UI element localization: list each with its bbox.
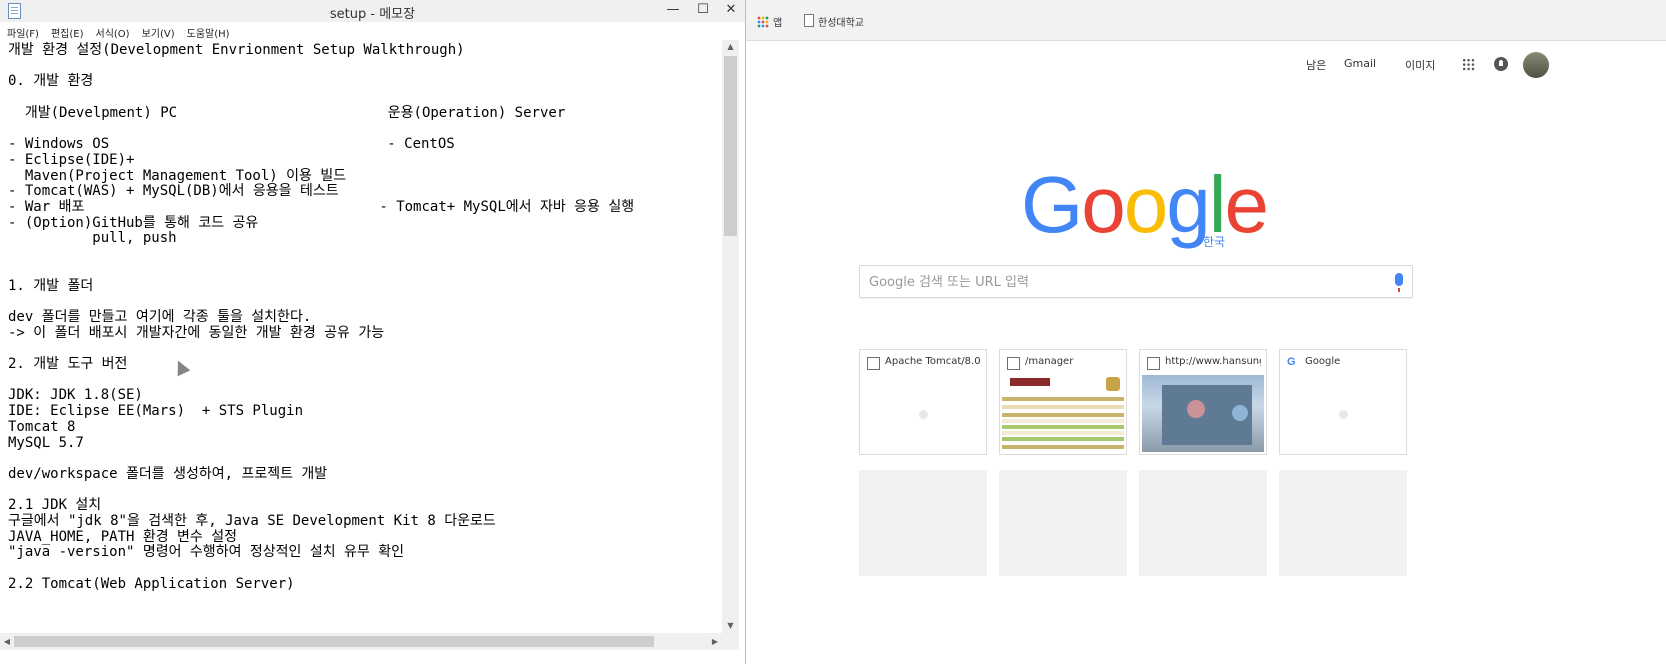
scroll-down-icon[interactable]: ▼	[722, 619, 739, 633]
scroll-left-icon[interactable]: ◀	[0, 633, 14, 650]
text-line: - Eclipse(IDE)+	[8, 151, 135, 168]
vertical-scroll-thumb[interactable]	[724, 56, 737, 236]
most-visited-tile[interactable]: G Google	[1279, 349, 1407, 455]
notepad-titlebar[interactable]: setup - 메모장 — ☐ ✕	[0, 0, 745, 23]
chrome-window: 앱 한성대학교 남은 Gmail 이미지 Google 한국 Apache To…	[746, 0, 1666, 664]
empty-tile	[859, 470, 987, 576]
bookmarks-bar: 앱 한성대학교	[746, 0, 1666, 41]
empty-tile	[999, 470, 1127, 576]
tile-title: http://www.hansung.a	[1165, 356, 1261, 367]
text-line: -> 이 폴더 배포시 개발자간에 동일한 개발 환경 공유 가능	[8, 324, 385, 341]
tile-thumbnail	[1282, 375, 1404, 452]
text-line: - War 배포 - Tomcat+ MySQL에서 자바 응용 실행	[8, 199, 635, 215]
loading-icon	[1339, 410, 1348, 419]
tile-thumbnail	[862, 375, 984, 452]
logo-letter: G	[1021, 160, 1083, 249]
gmail-link[interactable]: Gmail	[1344, 57, 1376, 70]
tile-title: Google	[1305, 356, 1341, 367]
close-button[interactable]: ✕	[716, 0, 746, 20]
search-input[interactable]	[860, 266, 1391, 299]
logo-letter: o	[1123, 160, 1168, 249]
text-line: - (Option)GitHub를 통해 코드 공유	[8, 214, 259, 231]
most-visited-tile[interactable]: /manager	[999, 349, 1127, 455]
text-line: dev 폴더를 만들고 여기에 각종 툴을 설치한다.	[8, 308, 312, 325]
google-logo: Google	[1021, 160, 1269, 250]
bookmark-hansung[interactable]: 한성대학교	[818, 14, 864, 29]
text-line: 개발(Develpment) PC 운용(Operation) Server	[8, 104, 566, 121]
text-line: 구글에서 "jdk 8"을 검색한 후, Java SE Development…	[8, 513, 496, 529]
text-line: Tomcat 8	[8, 418, 76, 435]
text-line: 2. 개발 도구 버전	[8, 356, 128, 372]
logo-region-label: 한국	[1203, 235, 1226, 249]
most-visited-tile[interactable]: http://www.hansung.a	[1139, 349, 1267, 455]
text-line: Maven(Project Management Tool) 이용 빌드	[8, 167, 347, 184]
text-line: 0. 개발 환경	[8, 73, 94, 90]
image-favicon-icon	[1007, 357, 1020, 370]
text-line: 개발 환경 설정(Development Envrionment Setup W…	[8, 42, 465, 58]
scroll-up-icon[interactable]: ▲	[722, 40, 739, 54]
logo-letter: o	[1081, 160, 1125, 249]
images-link[interactable]: 이미지	[1405, 57, 1435, 73]
tile-thumbnail	[1142, 375, 1264, 452]
google-apps-icon[interactable]	[1462, 58, 1475, 71]
resize-grip[interactable]	[722, 633, 739, 650]
text-line: 2.2 Tomcat(Web Application Server)	[8, 575, 295, 592]
logo-letter: e	[1224, 160, 1269, 249]
page-icon	[804, 14, 814, 27]
tile-title: Apache Tomcat/8.0.3	[885, 356, 981, 367]
notepad-window: setup - 메모장 — ☐ ✕ 파일(F) 편집(E) 서식(O) 보기(V) 도움…	[0, 0, 746, 664]
image-favicon-icon	[867, 357, 880, 370]
notifications-icon[interactable]	[1494, 57, 1508, 71]
text-line: pull, push	[8, 230, 177, 247]
text-line: dev/workspace 폴더를 생성하여, 프로젝트 개발	[8, 465, 328, 482]
vertical-scrollbar[interactable]: ▲ ▼	[722, 40, 739, 633]
menu-bar: 파일(F) 편집(E) 서식(O) 보기(V) 도움말(H)	[0, 22, 745, 40]
google-favicon-icon: G	[1287, 356, 1296, 368]
text-line: MySQL 5.7	[8, 434, 84, 451]
text-line: "java -version" 명령어 수행하여 정상적인 설치 유무 확인	[8, 544, 404, 561]
text-line: JDK: JDK 1.8(SE)	[8, 387, 143, 404]
most-visited-tile[interactable]: Apache Tomcat/8.0.3	[859, 349, 987, 455]
text-line: 1. 개발 폴더	[8, 277, 94, 294]
maximize-button[interactable]: ☐	[688, 0, 718, 20]
avatar[interactable]	[1523, 52, 1549, 78]
top-link-1[interactable]: 남은	[1306, 57, 1326, 73]
search-box[interactable]	[859, 265, 1413, 299]
page-favicon-icon	[1147, 357, 1160, 370]
window-title: setup - 메모장	[329, 7, 416, 22]
text-line: JAVA_HOME, PATH 환경 변수 설정	[8, 528, 237, 545]
text-line: 2.1 JDK 설치	[8, 497, 102, 514]
loading-icon	[919, 410, 928, 419]
horizontal-scroll-thumb[interactable]	[14, 636, 654, 647]
text-editor[interactable]: 개발 환경 설정(Development Envrionment Setup W…	[0, 40, 722, 633]
apps-grid-icon[interactable]	[757, 16, 769, 28]
empty-tile	[1139, 470, 1267, 576]
apps-bookmark-label[interactable]: 앱	[773, 14, 782, 29]
text-line: IDE: Eclipse EE(Mars) + STS Plugin	[8, 403, 304, 420]
scroll-right-icon[interactable]: ▶	[708, 633, 722, 650]
tile-title: /manager	[1025, 356, 1074, 367]
minimize-button[interactable]: —	[658, 0, 688, 20]
tile-thumbnail	[1002, 375, 1124, 452]
text-line: - Tomcat(WAS) + MySQL(DB)에서 응용을 테스트	[8, 183, 339, 200]
text-line: - Windows OS - CentOS	[8, 136, 455, 153]
empty-tile	[1279, 470, 1407, 576]
microphone-icon[interactable]	[1395, 273, 1403, 292]
horizontal-scrollbar[interactable]: ◀ ▶	[0, 633, 722, 650]
